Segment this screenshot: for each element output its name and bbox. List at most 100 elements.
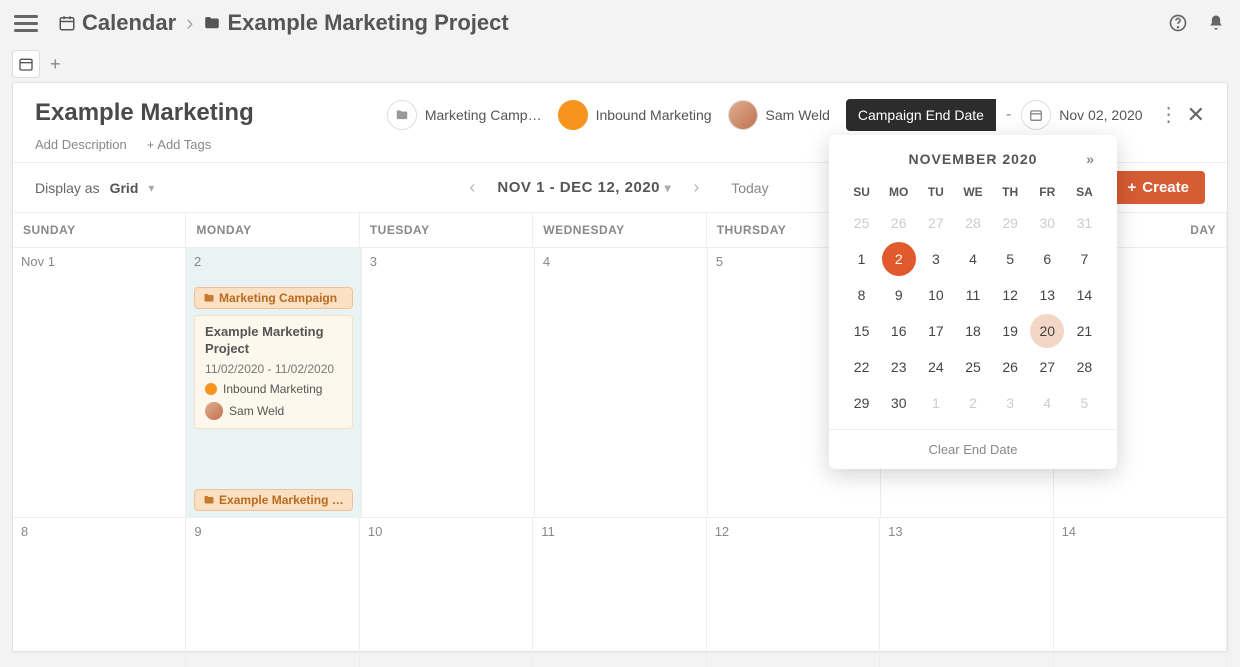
- datepicker-day[interactable]: 29: [992, 205, 1029, 241]
- day-cell[interactable]: 9: [186, 517, 359, 667]
- datepicker-day[interactable]: 7: [1066, 241, 1103, 277]
- orange-dot-icon: [205, 383, 217, 395]
- datepicker-day[interactable]: 4: [954, 241, 991, 277]
- datepicker-popover: NOVEMBER 2020 » SUMOTUWETHFRSA2526272829…: [829, 135, 1117, 469]
- help-icon[interactable]: [1168, 13, 1188, 33]
- datepicker-dow: FR: [1029, 179, 1066, 205]
- menu-icon[interactable]: [14, 11, 38, 35]
- event-dates: 11/02/2020 - 11/02/2020: [205, 362, 342, 376]
- folder-icon: [203, 14, 221, 32]
- datepicker-day[interactable]: 31: [1066, 205, 1103, 241]
- datepicker-day[interactable]: 23: [880, 349, 917, 385]
- datepicker-day[interactable]: 26: [880, 205, 917, 241]
- datepicker-day[interactable]: 25: [843, 205, 880, 241]
- user-pill[interactable]: Sam Weld: [728, 100, 830, 130]
- orange-dot-icon: [558, 100, 588, 130]
- day-cell[interactable]: 13: [880, 517, 1053, 667]
- datepicker-dow: TU: [917, 179, 954, 205]
- datepicker-day[interactable]: 25: [954, 349, 991, 385]
- end-date-chip[interactable]: Nov 02, 2020: [1021, 100, 1142, 130]
- page-title: Example Marketing: [35, 99, 254, 127]
- datepicker-day[interactable]: 1: [917, 385, 954, 421]
- datepicker-day[interactable]: 27: [1029, 349, 1066, 385]
- datepicker-dow: SA: [1066, 179, 1103, 205]
- datepicker-day[interactable]: 30: [1029, 205, 1066, 241]
- add-description-link[interactable]: Add Description: [35, 137, 127, 152]
- display-as-label: Display as: [35, 180, 100, 196]
- day-cell[interactable]: 8: [13, 517, 186, 667]
- datepicker-day[interactable]: 24: [917, 349, 954, 385]
- datepicker-dow: TH: [992, 179, 1029, 205]
- event-card[interactable]: Example Marketing Project 11/02/2020 - 1…: [194, 315, 353, 429]
- datepicker-day[interactable]: 27: [917, 205, 954, 241]
- datepicker-day[interactable]: 3: [992, 385, 1029, 421]
- datepicker-day[interactable]: 11: [954, 277, 991, 313]
- datepicker-day[interactable]: 13: [1029, 277, 1066, 313]
- day-cell[interactable]: 2 Marketing Campaign Example Marketing P…: [186, 247, 362, 517]
- datepicker-day[interactable]: 5: [1066, 385, 1103, 421]
- datepicker-day[interactable]: 16: [880, 313, 917, 349]
- datepicker-day[interactable]: 17: [917, 313, 954, 349]
- calendar-tab[interactable]: [12, 50, 40, 78]
- event-folder[interactable]: Example Marketing …: [194, 489, 353, 511]
- datepicker-day[interactable]: 14: [1066, 277, 1103, 313]
- datepicker-day[interactable]: 30: [880, 385, 917, 421]
- datepicker-day[interactable]: 28: [954, 205, 991, 241]
- day-cell[interactable]: 4: [535, 247, 708, 517]
- event-folder[interactable]: Marketing Campaign: [194, 287, 353, 309]
- datepicker-day[interactable]: 2: [954, 385, 991, 421]
- datepicker-day[interactable]: 18: [954, 313, 991, 349]
- event-tag: Inbound Marketing: [223, 382, 322, 396]
- add-tags-link[interactable]: + Add Tags: [147, 137, 211, 152]
- datepicker-day[interactable]: 3: [917, 241, 954, 277]
- datepicker-day[interactable]: 29: [843, 385, 880, 421]
- day-cell[interactable]: 12: [707, 517, 880, 667]
- main-panel: Example Marketing Add Description + Add …: [12, 82, 1228, 652]
- datepicker-day[interactable]: 9: [880, 277, 917, 313]
- datepicker-day[interactable]: 19: [992, 313, 1029, 349]
- bell-icon[interactable]: [1206, 13, 1226, 33]
- datepicker-day[interactable]: 4: [1029, 385, 1066, 421]
- display-as-value: Grid: [110, 180, 139, 196]
- datepicker-day[interactable]: 15: [843, 313, 880, 349]
- date-range[interactable]: NOV 1 - DEC 12, 2020 ▾: [497, 179, 671, 196]
- today-button[interactable]: Today: [721, 176, 778, 200]
- day-cell[interactable]: 14: [1054, 517, 1227, 667]
- more-menu-button[interactable]: ⋮: [1159, 112, 1165, 118]
- datepicker-day[interactable]: 1: [843, 241, 880, 277]
- display-as-select[interactable]: Display as Grid ▾: [35, 180, 154, 196]
- datepicker-day[interactable]: 2: [880, 241, 917, 277]
- create-button[interactable]: + Create: [1112, 171, 1205, 204]
- datepicker-day[interactable]: 8: [843, 277, 880, 313]
- next-month-button[interactable]: »: [1086, 151, 1095, 167]
- campaign-pill[interactable]: Marketing Camp…: [387, 100, 542, 130]
- end-date-value: Nov 02, 2020: [1059, 107, 1142, 123]
- breadcrumb-project[interactable]: Example Marketing Project: [227, 10, 508, 36]
- day-cell[interactable]: 10: [360, 517, 533, 667]
- inbound-pill[interactable]: Inbound Marketing: [558, 100, 712, 130]
- datepicker-day[interactable]: 22: [843, 349, 880, 385]
- clear-end-date-button[interactable]: Clear End Date: [829, 429, 1117, 469]
- datepicker-day[interactable]: 26: [992, 349, 1029, 385]
- breadcrumb-root[interactable]: Calendar: [82, 10, 176, 36]
- datepicker-day[interactable]: 28: [1066, 349, 1103, 385]
- inbound-label: Inbound Marketing: [596, 107, 712, 123]
- campaign-label: Marketing Camp…: [425, 107, 542, 123]
- datepicker-day[interactable]: 10: [917, 277, 954, 313]
- close-icon[interactable]: ✕: [1187, 102, 1205, 128]
- datepicker-day[interactable]: 12: [992, 277, 1029, 313]
- day-cell[interactable]: 11: [533, 517, 706, 667]
- datepicker-day[interactable]: 6: [1029, 241, 1066, 277]
- add-tab-button[interactable]: +: [50, 54, 61, 75]
- day-cell[interactable]: 3: [362, 247, 535, 517]
- datepicker-day[interactable]: 5: [992, 241, 1029, 277]
- datepicker-dow: WE: [954, 179, 991, 205]
- tabbar: +: [0, 46, 1240, 82]
- day-cell[interactable]: Nov 1: [13, 247, 186, 517]
- calendar-icon: [1021, 100, 1051, 130]
- prev-range-button[interactable]: ‹: [461, 173, 483, 202]
- datepicker-day[interactable]: 20: [1029, 313, 1066, 349]
- end-date-tag: Campaign End Date: [846, 99, 996, 131]
- next-range-button[interactable]: ›: [685, 173, 707, 202]
- datepicker-day[interactable]: 21: [1066, 313, 1103, 349]
